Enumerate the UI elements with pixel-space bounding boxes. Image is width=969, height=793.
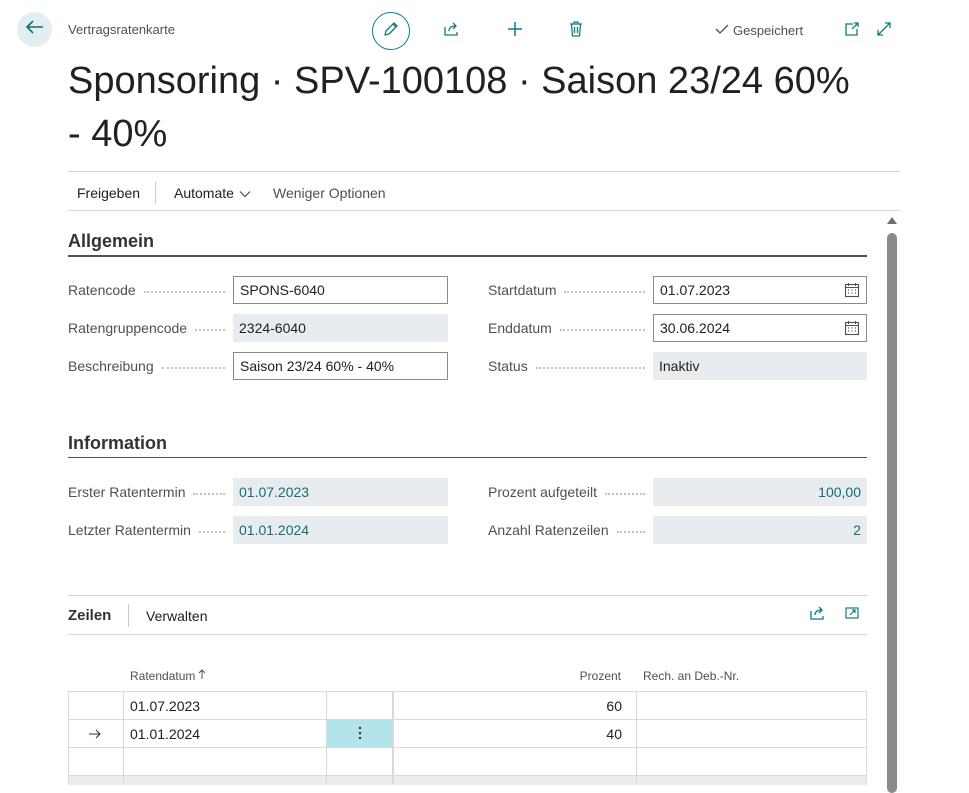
scroll-up-arrow[interactable] (887, 217, 897, 224)
table-row[interactable]: 01.07.2023 60 (68, 692, 867, 720)
start-date-label: Startdatum (488, 282, 645, 298)
calendar-icon[interactable] (844, 320, 860, 336)
rate-group-code-field: 2324-6040 (233, 314, 448, 342)
status-field: Inaktiv (653, 352, 867, 380)
grid-line (392, 691, 394, 784)
percent-cell[interactable] (398, 748, 622, 776)
invoice-to-cell[interactable] (638, 692, 867, 720)
grid-line (123, 691, 124, 784)
section-divider (68, 255, 867, 257)
lines-share-button[interactable] (806, 603, 830, 627)
column-header-rate-date-label: Ratendatum (130, 669, 196, 683)
last-rate-label: Letzter Ratentermin (68, 522, 225, 538)
first-rate-label: Erster Ratentermin (68, 484, 225, 500)
first-rate-field[interactable]: 01.07.2023 (233, 478, 448, 506)
section-divider (68, 457, 867, 458)
column-header-invoice-to[interactable]: Rech. an Deb.-Nr. (643, 669, 739, 683)
grid-line (326, 691, 327, 784)
rate-date-cell[interactable]: 01.01.2024 (130, 720, 320, 748)
saved-status: Gespeichert (714, 23, 803, 38)
automate-label: Automate (174, 185, 234, 201)
manage-action[interactable]: Verwalten (146, 608, 207, 624)
open-new-window-icon (844, 21, 860, 42)
page-caption: Vertragsratenkarte (68, 22, 175, 37)
more-vertical-icon (358, 726, 362, 743)
lines-expand-button[interactable] (840, 603, 864, 627)
share-icon (443, 21, 461, 42)
fewer-options-action[interactable]: Weniger Optionen (273, 185, 386, 201)
lines-part-divider (68, 595, 867, 596)
share-button[interactable] (440, 19, 464, 43)
release-action[interactable]: Freigeben (77, 185, 140, 201)
invoice-to-cell[interactable] (638, 720, 867, 748)
lines-title[interactable]: Zeilen (68, 607, 111, 624)
rate-code-input[interactable]: SPONS-6040 (233, 276, 448, 304)
end-date-input[interactable]: 30.06.2024 (653, 314, 867, 342)
table-row[interactable] (68, 748, 867, 776)
delete-button[interactable] (564, 19, 588, 43)
sort-ascending-icon (198, 669, 206, 683)
expand-icon (876, 21, 892, 42)
start-date-input[interactable]: 01.07.2023 (653, 276, 867, 304)
end-date-value: 30.06.2024 (660, 320, 731, 336)
back-arrow-icon (25, 20, 44, 39)
lines-separator (128, 604, 129, 627)
grid-line (866, 691, 867, 784)
lines-grid: 01.07.2023 60 01.01.2024 40 (68, 691, 867, 776)
grid-footer (68, 776, 867, 785)
rate-code-label: Ratencode (68, 282, 225, 298)
page-title: Sponsoring · SPV-100108 · Saison 23/24 6… (68, 60, 850, 155)
lines-header-divider (68, 634, 867, 635)
start-date-value: 01.07.2023 (660, 282, 731, 298)
back-button[interactable] (17, 12, 52, 47)
checkmark-icon (714, 23, 730, 38)
percent-split-field[interactable]: 100,00 (653, 478, 867, 506)
invoice-to-cell[interactable] (638, 748, 867, 776)
action-bar: Freigeben Automate Weniger Optionen (68, 171, 900, 211)
percent-split-label: Prozent aufgeteilt (488, 484, 645, 500)
percent-cell[interactable]: 60 (398, 692, 622, 720)
line-count-field[interactable]: 2 (653, 516, 867, 544)
expand-button[interactable] (872, 19, 896, 43)
row-arrow-icon (88, 720, 108, 748)
rate-group-code-label: Ratengruppencode (68, 320, 225, 336)
column-header-rate-date[interactable]: Ratendatum (130, 669, 206, 683)
line-count-label: Anzahl Ratenzeilen (488, 522, 645, 538)
edit-button[interactable] (372, 12, 410, 50)
column-header-percent[interactable]: Prozent (560, 669, 621, 683)
end-date-label: Enddatum (488, 320, 645, 336)
action-separator (155, 182, 156, 204)
plus-icon (506, 20, 524, 43)
chevron-down-icon (239, 185, 251, 201)
calendar-icon[interactable] (844, 282, 860, 298)
section-information-title[interactable]: Information (68, 433, 167, 454)
saved-status-label: Gespeichert (733, 23, 804, 38)
scrollbar-thumb[interactable] (887, 233, 897, 793)
grid-line (636, 691, 637, 784)
open-new-window-icon (844, 605, 860, 626)
percent-cell[interactable]: 40 (398, 720, 622, 748)
section-general-title[interactable]: Allgemein (68, 231, 154, 252)
automate-action[interactable]: Automate (174, 185, 251, 201)
description-input[interactable]: Saison 23/24 60% - 40% (233, 352, 448, 380)
rate-date-cell[interactable] (130, 748, 320, 776)
row-actions-button[interactable] (327, 720, 393, 748)
last-rate-field[interactable]: 01.01.2024 (233, 516, 448, 544)
rate-date-cell[interactable]: 01.07.2023 (130, 692, 320, 720)
trash-icon (568, 20, 584, 43)
description-label: Beschreibung (68, 358, 225, 374)
status-label: Status (488, 358, 645, 374)
share-icon (809, 605, 827, 626)
grid-line (68, 691, 69, 784)
new-button[interactable] (503, 19, 527, 43)
table-row[interactable]: 01.01.2024 40 (68, 720, 867, 748)
open-in-new-window-button[interactable] (840, 19, 864, 43)
pencil-icon (382, 20, 400, 43)
